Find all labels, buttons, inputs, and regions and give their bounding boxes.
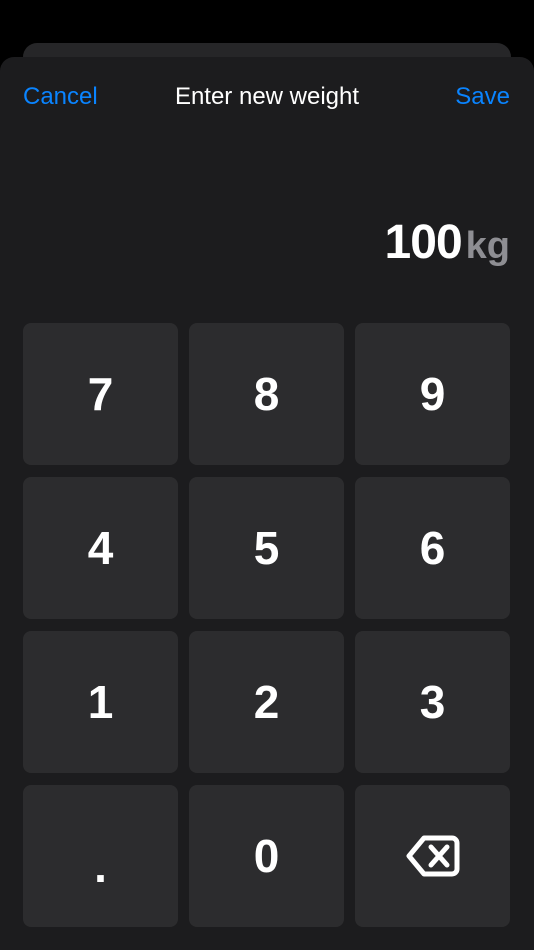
key-0[interactable]: 0: [189, 785, 344, 927]
nav-bar: Cancel Enter new weight Save: [0, 57, 534, 137]
backspace-button[interactable]: [355, 785, 510, 927]
key-8[interactable]: 8: [189, 323, 344, 465]
save-button[interactable]: Save: [455, 83, 510, 111]
key-4[interactable]: 4: [23, 477, 178, 619]
key-label: 6: [419, 522, 446, 574]
numeric-keypad: 7 8 9 4 5 6 1 2 3 . 0: [23, 323, 511, 927]
key-9[interactable]: 9: [355, 323, 510, 465]
weight-readout: 100 kg: [385, 215, 510, 270]
key-label: 3: [419, 676, 446, 728]
key-label: 5: [253, 522, 280, 574]
weight-unit: kg: [465, 225, 510, 267]
key-7[interactable]: 7: [23, 323, 178, 465]
key-decimal-point[interactable]: .: [23, 785, 178, 927]
weight-entry-sheet: Cancel Enter new weight Save 100 kg 7 8 …: [0, 57, 534, 950]
key-label: 9: [419, 368, 446, 420]
key-label: 4: [87, 522, 114, 574]
weight-value: 100: [384, 216, 463, 269]
key-label: 7: [87, 368, 114, 420]
backspace-icon: [406, 834, 460, 878]
key-label: .: [94, 840, 107, 892]
key-label: 2: [253, 676, 280, 728]
key-label: 0: [253, 830, 280, 882]
key-5[interactable]: 5: [189, 477, 344, 619]
key-label: 8: [253, 368, 280, 420]
key-2[interactable]: 2: [189, 631, 344, 773]
key-3[interactable]: 3: [355, 631, 510, 773]
key-label: 1: [87, 676, 114, 728]
key-1[interactable]: 1: [23, 631, 178, 773]
cancel-button[interactable]: Cancel: [23, 83, 98, 111]
key-6[interactable]: 6: [355, 477, 510, 619]
